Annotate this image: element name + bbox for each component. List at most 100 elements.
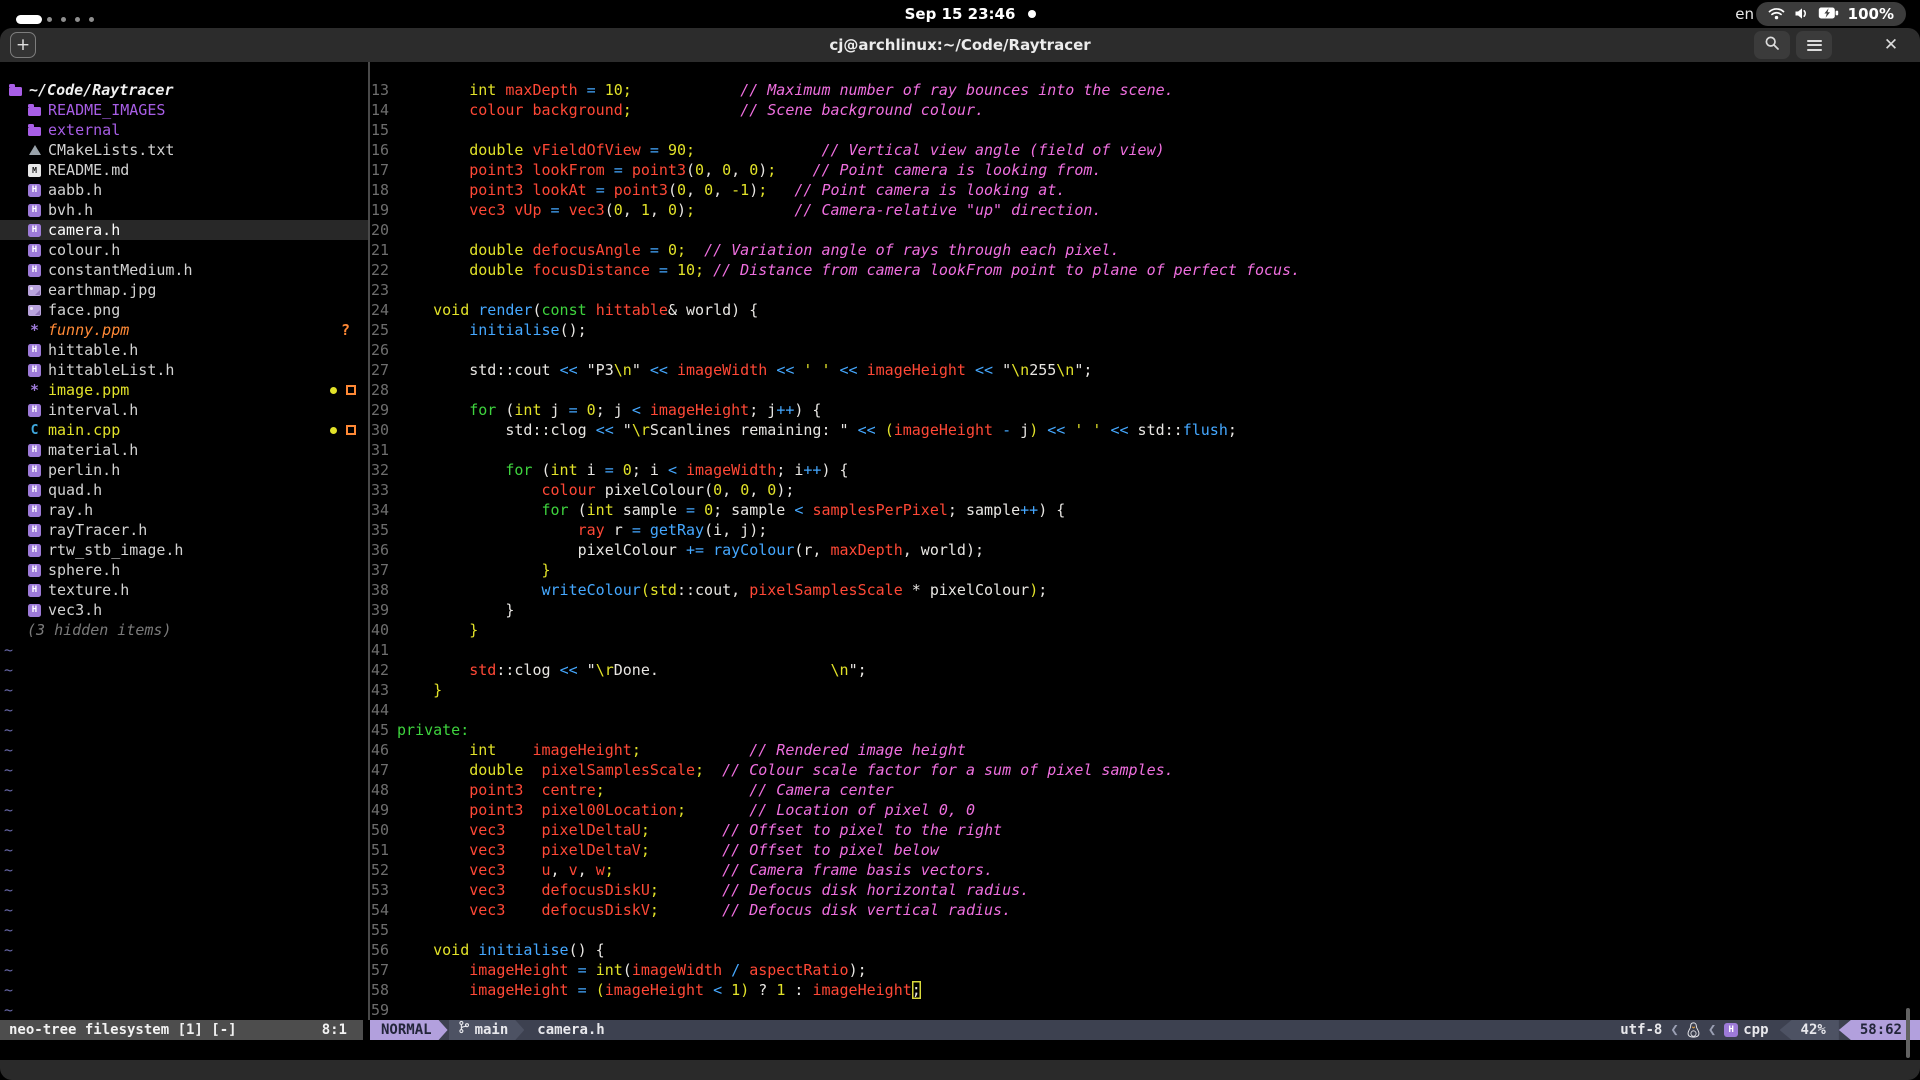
tree-item-face.png[interactable]: face.png [0, 300, 368, 320]
code-token: pixelSamplesScale [542, 761, 696, 779]
git-branch-segment[interactable]: main [449, 1020, 525, 1040]
code-line-46[interactable]: 46 int imageHeight; // Rendered image he… [370, 740, 1920, 760]
code-line-13[interactable]: 13 int maxDepth = 10; // Maximum number … [370, 80, 1920, 100]
code-line-56[interactable]: 56 void initialise() { [370, 940, 1920, 960]
tree-item-README.md[interactable]: MREADME.md [0, 160, 368, 180]
code-line-15[interactable]: 15 [370, 120, 1920, 140]
code-line-40[interactable]: 40 } [370, 620, 1920, 640]
code-token: { [740, 301, 758, 319]
code-token: int [551, 461, 578, 479]
code-line-31[interactable]: 31 [370, 440, 1920, 460]
tree-item-image.ppm[interactable]: *image.ppm [0, 380, 368, 400]
code-line-35[interactable]: 35 ray r = getRay(i, j); [370, 520, 1920, 540]
code-line-30[interactable]: 30 std::clog << "\rScanlines remaining: … [370, 420, 1920, 440]
tree-item-sphere.h[interactable]: Hsphere.h [0, 560, 368, 580]
tree-item-camera.h[interactable]: Hcamera.h [0, 220, 368, 240]
tree-item-hittable.h[interactable]: Hhittable.h [0, 340, 368, 360]
code-line-21[interactable]: 21 double defocusAngle = 0; // Variation… [370, 240, 1920, 260]
menu-button[interactable] [1796, 31, 1832, 59]
code-line-25[interactable]: 25 initialise(); [370, 320, 1920, 340]
tree-item-texture.h[interactable]: Htexture.h [0, 580, 368, 600]
code-token: = [605, 461, 614, 479]
code-line-33[interactable]: 33 colour pixelColour(0, 0, 0); [370, 480, 1920, 500]
search-button[interactable] [1754, 31, 1790, 59]
code-line-20[interactable]: 20 [370, 220, 1920, 240]
code-line-32[interactable]: 32 for (int i = 0; i < imageWidth; i++) … [370, 460, 1920, 480]
code-line-34[interactable]: 34 for (int sample = 0; sample < samples… [370, 500, 1920, 520]
tree-item-rtw_stb_image.h[interactable]: Hrtw_stb_image.h [0, 540, 368, 560]
tree-item-bvh.h[interactable]: Hbvh.h [0, 200, 368, 220]
line-number: 15 [370, 120, 397, 140]
code-line-19[interactable]: 19 vec3 vUp = vec3(0, 1, 0); // Camera-r… [370, 200, 1920, 220]
code-line-14[interactable]: 14 colour background; // Scene backgroun… [370, 100, 1920, 120]
code-line-28[interactable]: 28 [370, 380, 1920, 400]
code-line-54[interactable]: 54 vec3 defocusDiskV; // Defocus disk ve… [370, 900, 1920, 920]
code-line-22[interactable]: 22 double focusDistance = 10; // Distanc… [370, 260, 1920, 280]
header-file-icon: H [27, 184, 42, 197]
code-token: ; [677, 241, 686, 259]
clock[interactable]: Sep 15 23:46 [0, 0, 1920, 28]
code-line-24[interactable]: 24 void render(const hittable& world) { [370, 300, 1920, 320]
code-line-49[interactable]: 49 point3 pixel00Location; // Location o… [370, 800, 1920, 820]
code-line-16[interactable]: 16 double vFieldOfView = 90; // Vertical… [370, 140, 1920, 160]
code-token: ; [650, 881, 659, 899]
code-token: < [713, 981, 722, 999]
tree-item-aabb.h[interactable]: Haabb.h [0, 180, 368, 200]
image-file-icon [27, 305, 42, 316]
line-number: 20 [370, 220, 397, 240]
tree-item-quad.h[interactable]: Hquad.h [0, 480, 368, 500]
code-line-53[interactable]: 53 vec3 defocusDiskU; // Defocus disk ho… [370, 880, 1920, 900]
line-number: 47 [370, 760, 397, 780]
command-line[interactable] [0, 1040, 1920, 1060]
code-line-41[interactable]: 41 [370, 640, 1920, 660]
code-line-36[interactable]: 36 pixelColour += rayColour(r, maxDepth,… [370, 540, 1920, 560]
code-line-42[interactable]: 42 std::clog << "\rDone. \n"; [370, 660, 1920, 680]
tree-item-material.h[interactable]: Hmaterial.h [0, 440, 368, 460]
tree-item-colour.h[interactable]: Hcolour.h [0, 240, 368, 260]
code-line-43[interactable]: 43 } [370, 680, 1920, 700]
system-tray[interactable]: 100% [1756, 2, 1906, 26]
tree-item-vec3.h[interactable]: Hvec3.h [0, 600, 368, 620]
code-line-23[interactable]: 23 [370, 280, 1920, 300]
code-line-44[interactable]: 44 [370, 700, 1920, 720]
code-line-26[interactable]: 26 [370, 340, 1920, 360]
code-line-51[interactable]: 51 vec3 pixelDeltaV; // Offset to pixel … [370, 840, 1920, 860]
tree-item-external[interactable]: external [0, 120, 368, 140]
tree-item-README_IMAGES[interactable]: README_IMAGES [0, 100, 368, 120]
tree-item-CMakeLists.txt[interactable]: CMakeLists.txt [0, 140, 368, 160]
code-line-58[interactable]: 58 imageHeight = (imageHeight < 1) ? 1 :… [370, 980, 1920, 1000]
code-line-38[interactable]: 38 writeColour(std::cout, pixelSamplesSc… [370, 580, 1920, 600]
tree-item-hittableList.h[interactable]: HhittableList.h [0, 360, 368, 380]
code-token: point3 [632, 161, 686, 179]
code-line-57[interactable]: 57 imageHeight = int(imageWidth / aspect… [370, 960, 1920, 980]
keyboard-layout-indicator[interactable]: en [1735, 0, 1754, 28]
code-line-55[interactable]: 55 [370, 920, 1920, 940]
scrollbar-thumb[interactable] [1906, 1008, 1910, 1058]
code-line-47[interactable]: 47 double pixelSamplesScale; // Colour s… [370, 760, 1920, 780]
tree-item-main.cpp[interactable]: Cmain.cpp [0, 420, 368, 440]
code-token: // Vertical view angle (field of view) [821, 141, 1164, 159]
close-button[interactable]: ✕ [1876, 31, 1906, 59]
code-line-37[interactable]: 37 } [370, 560, 1920, 580]
tree-item-earthmap.jpg[interactable]: earthmap.jpg [0, 280, 368, 300]
code-line-27[interactable]: 27 std::cout << "P3\n" << imageWidth << … [370, 360, 1920, 380]
tree-item-constantMedium.h[interactable]: HconstantMedium.h [0, 260, 368, 280]
code-line-52[interactable]: 52 vec3 u, v, w; // Camera frame basis v… [370, 860, 1920, 880]
tree-item-rayTracer.h[interactable]: HrayTracer.h [0, 520, 368, 540]
code-line-50[interactable]: 50 vec3 pixelDeltaU; // Offset to pixel … [370, 820, 1920, 840]
code-line-39[interactable]: 39 } [370, 600, 1920, 620]
tree-item-perlin.h[interactable]: Hperlin.h [0, 460, 368, 480]
tree-item-funny.ppm[interactable]: *funny.ppm? [0, 320, 368, 340]
tree-item-interval.h[interactable]: Hinterval.h [0, 400, 368, 420]
tree-root[interactable]: ~/Code/Raytracer [0, 80, 368, 100]
tree-item-label: texture.h [48, 581, 129, 599]
code-line-48[interactable]: 48 point3 centre; // Camera center [370, 780, 1920, 800]
indicator-dot [1028, 10, 1036, 18]
code-line-29[interactable]: 29 for (int j = 0; j < imageHeight; j++)… [370, 400, 1920, 420]
tree-item-ray.h[interactable]: Hray.h [0, 500, 368, 520]
code-line-59[interactable]: 59 [370, 1000, 1920, 1020]
code-line-18[interactable]: 18 point3 lookAt = point3(0, 0, -1); // … [370, 180, 1920, 200]
code-token: () { [569, 941, 605, 959]
code-line-45[interactable]: 45private: [370, 720, 1920, 740]
code-line-17[interactable]: 17 point3 lookFrom = point3(0, 0, 0); //… [370, 160, 1920, 180]
